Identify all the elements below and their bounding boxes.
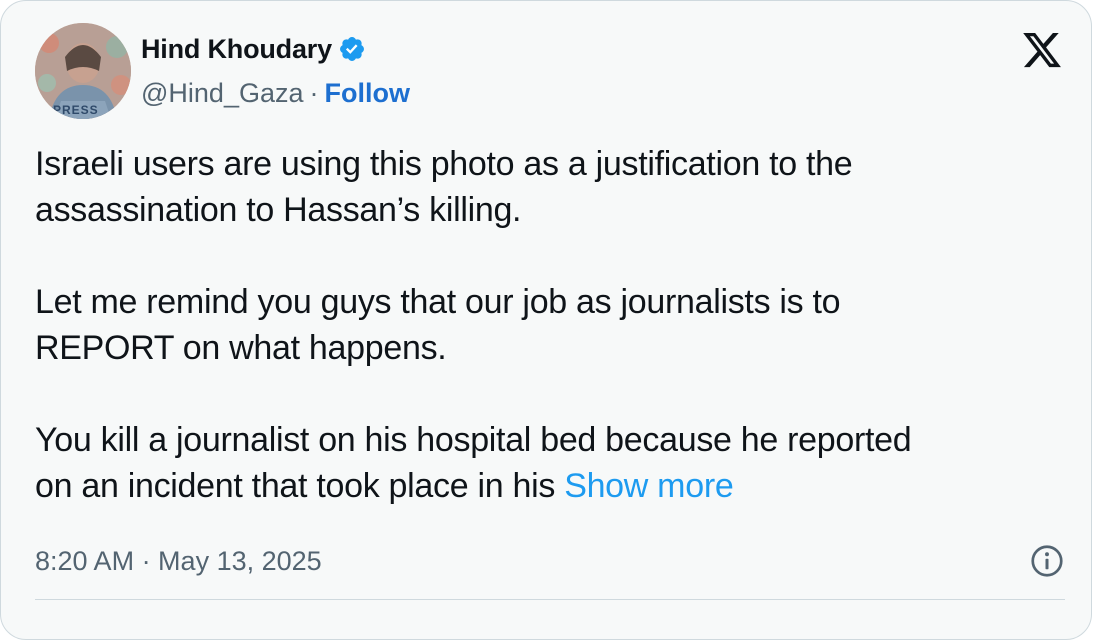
author-handle-row: @Hind_Gaza · Follow — [141, 75, 410, 111]
tweet-paragraph-3-text: You kill a journalist on his hospital be… — [35, 421, 912, 505]
follow-button[interactable]: Follow — [325, 78, 410, 109]
avatar-press-badge: PRESS — [53, 103, 99, 117]
tweet-timestamp[interactable]: 8:20 AM · May 13, 2025 — [35, 546, 322, 577]
info-icon[interactable] — [1029, 543, 1065, 579]
tweet-text: Israeli users are using this photo as a … — [35, 141, 1075, 509]
tweet-header: PRESS Hind Khoudary @Hind_Gaza · Follow — [35, 23, 1065, 119]
x-logo-icon[interactable] — [1019, 29, 1065, 71]
tweet-paragraph-3: You kill a journalist on his hospital be… — [35, 417, 1075, 509]
avatar[interactable]: PRESS — [35, 23, 131, 119]
separator-dot: · — [309, 77, 319, 108]
tweet-paragraph-1: Israeli users are using this photo as a … — [35, 145, 853, 229]
author-handle[interactable]: @Hind_Gaza — [141, 78, 304, 109]
tweet-paragraph-2: Let me remind you guys that our job as j… — [35, 283, 841, 367]
tweet-footer: 8:20 AM · May 13, 2025 — [35, 541, 1065, 581]
author-name-row: Hind Khoudary — [141, 31, 366, 67]
show-more-link[interactable]: Show more — [564, 467, 734, 505]
verified-badge-icon — [339, 37, 364, 61]
author-display-name[interactable]: Hind Khoudary — [141, 34, 332, 65]
tweet-card[interactable]: PRESS Hind Khoudary @Hind_Gaza · Follow … — [0, 0, 1092, 640]
footer-divider — [35, 599, 1065, 600]
